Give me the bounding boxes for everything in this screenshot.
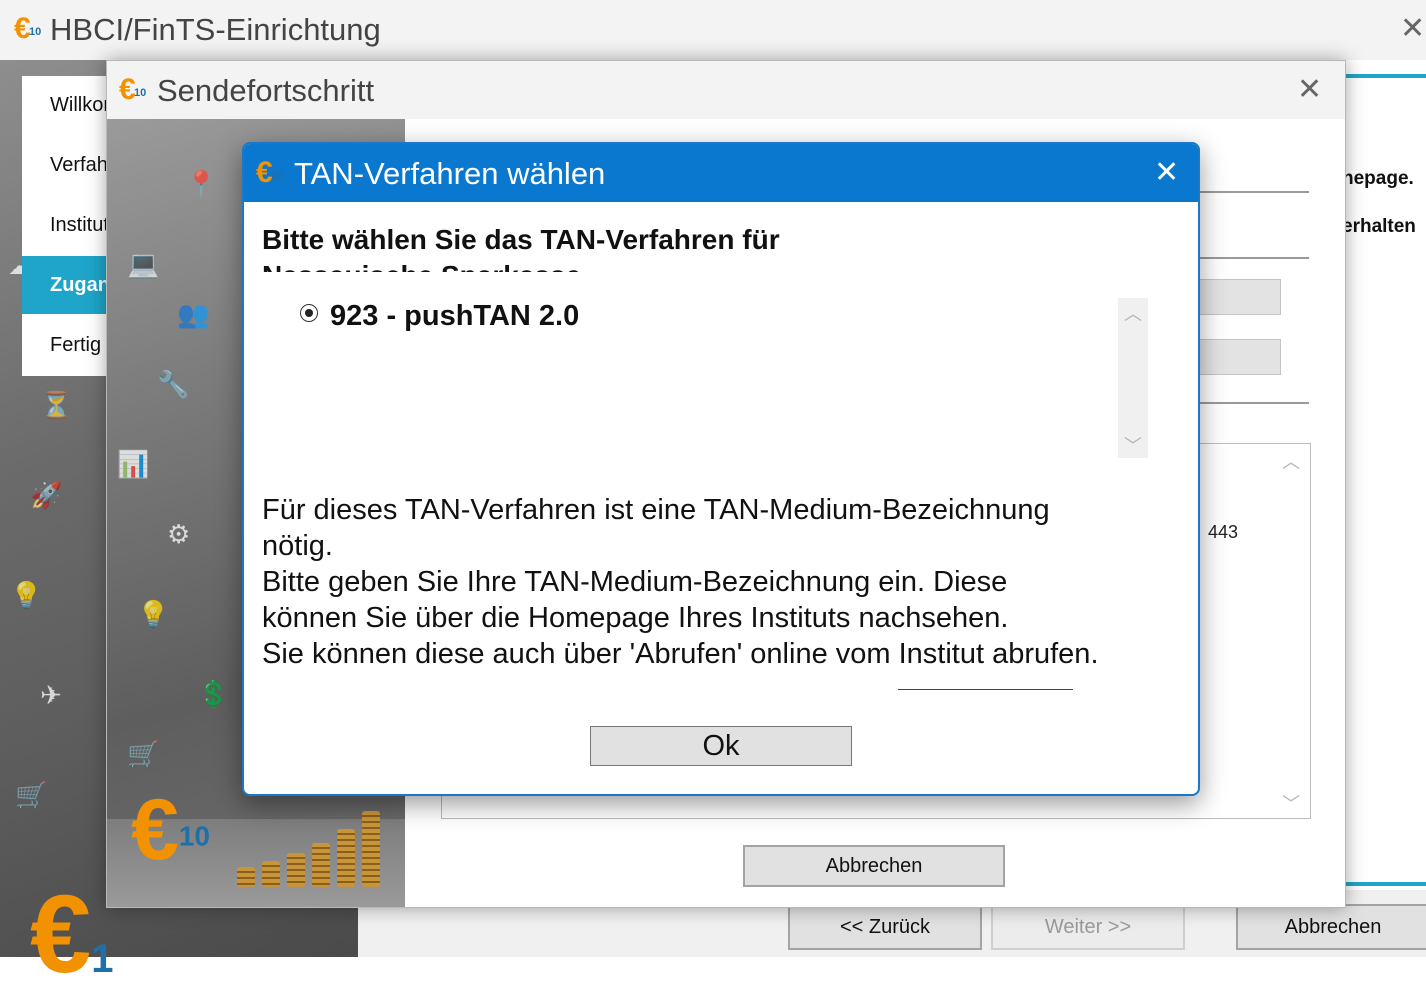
nav-item-zugang[interactable]: Zugang [22,256,112,314]
teal-divider-top [1340,74,1426,78]
separator [1197,191,1309,193]
chevron-up-icon[interactable]: ︿ [1282,448,1300,474]
tan-info-line: Sie können diese auch über 'Abrufen' onl… [262,638,1099,670]
next-button[interactable]: Weiter >> [991,904,1185,950]
tan-info-line: können Sie über die Homepage Ihres Insti… [262,602,1009,634]
separator [1197,402,1309,404]
app-logo-icon: €10 [14,12,42,45]
back-button[interactable]: << Zurück [788,904,982,950]
brand-euro-logo-icon: €1 [30,873,114,996]
wizard-nav: Willkommen Verfahren Institut Zugang Fer… [22,76,112,376]
tan-heading: Bitte wählen Sie das TAN-Verfahren für N… [262,222,1022,272]
nav-item-willkommen[interactable]: Willkommen [22,76,112,134]
tan-info-line: Bitte geben Sie Ihre TAN-Medium-Bezeichn… [262,566,1008,598]
send-window-title: Sendefortschritt [157,73,375,108]
nav-item-institut[interactable]: Institut [22,196,112,254]
app-logo-icon: €10 [119,73,147,106]
nav-item-verfahren[interactable]: Verfahren [22,136,112,194]
send-titlebar: €10 Sendefortschritt ✕ [107,61,1345,119]
content-text-erhalten: erhalten [1342,216,1416,237]
separator [1197,257,1309,259]
main-cancel-button[interactable]: Abbrechen [1236,904,1426,950]
tan-heading-line2: Nassauische Sparkasse [262,258,1022,272]
send-close-icon[interactable]: ✕ [1297,75,1322,105]
tan-close-icon[interactable]: ✕ [1154,158,1179,188]
tan-info-line: Für dieses TAN-Verfahren ist eine TAN-Me… [262,494,1050,526]
main-titlebar: €10 HBCI/FinTS-Einrichtung ✕ [0,0,1426,60]
tan-method-dialog: €10 TAN-Verfahren wählen ✕ Bitte wählen … [242,142,1200,796]
tan-titlebar: €10 TAN-Verfahren wählen ✕ [244,144,1198,202]
tan-heading-line1: Bitte wählen Sie das TAN-Verfahren für [262,224,780,255]
content-text-homepage: nepage. [1342,168,1414,189]
main-close-icon[interactable]: ✕ [1400,14,1425,44]
tan-option-radio[interactable] [300,304,318,322]
progress-field-2 [1197,339,1281,375]
tan-info-line: nötig. [262,530,333,562]
ok-button[interactable]: Ok [590,726,852,766]
main-window-title: HBCI/FinTS-Einrichtung [50,12,381,47]
teal-divider-bottom [1340,882,1426,886]
send-cancel-button[interactable]: Abbrechen [743,845,1005,887]
tan-list-scrollbar[interactable]: ︿ ﹀ [1118,298,1148,458]
chevron-up-icon[interactable]: ︿ [1124,300,1142,326]
tan-medium-input-line[interactable] [898,689,1073,690]
tan-info-text: Für dieses TAN-Verfahren ist eine TAN-Me… [262,492,1182,672]
chevron-down-icon[interactable]: ﹀ [1124,432,1142,458]
progress-field-1 [1197,279,1281,315]
brand-euro-logo-icon: €10 [131,782,210,878]
tan-dialog-title: TAN-Verfahren wählen [294,156,606,191]
app-logo-icon: €10 [256,156,284,189]
log-text: 443 [1208,522,1239,542]
chevron-down-icon[interactable]: ﹀ [1282,790,1300,816]
nav-item-fertig[interactable]: Fertig [22,316,112,374]
tan-option-label[interactable]: 923 - pushTAN 2.0 [330,300,579,333]
